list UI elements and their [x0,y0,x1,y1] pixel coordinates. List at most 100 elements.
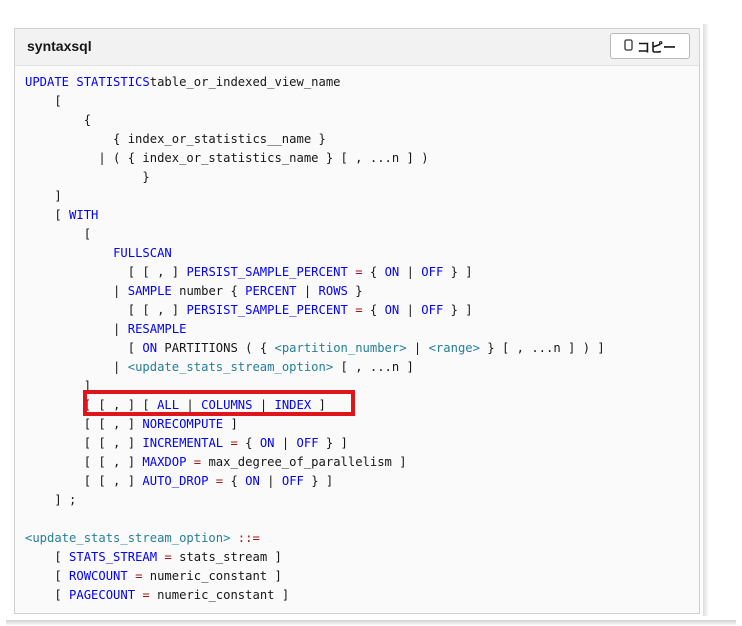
code-token: [ [25,569,70,583]
code-token: WITH [69,208,99,222]
code-token: PERCENT [245,284,297,298]
code-token: = [127,569,150,583]
code-token: } [ , ...n ] ) ] [479,341,605,355]
code-token: ON [259,436,275,450]
code-token: = [208,474,231,488]
code-token: | [406,341,429,355]
code-token: AUTO_DROP [142,474,209,488]
code-token: <range> [428,341,480,355]
code-token: = [223,436,246,450]
code-token: [ [ , ] [25,265,187,279]
code-token: table_or_indexed_view_name [149,75,341,89]
code-line: ] ; [25,491,605,510]
code-token: PAGECOUNT [69,588,136,602]
code-token: RESAMPLE [127,322,187,336]
code-token: | [259,474,282,488]
code-token: ] ; [25,493,77,507]
code-token: [ , ...n ] [333,360,414,374]
code-token: ON [384,303,400,317]
code-token: [ [25,550,70,564]
code-line: [ [ , ] PERSIST_SAMPLE_PERCENT = { ON | … [25,263,605,282]
code-token: PERSIST_SAMPLE_PERCENT [186,265,348,279]
code-content: UPDATE STATISTICStable_or_indexed_view_n… [25,73,605,605]
code-line: [ WITH [25,206,605,225]
code-token: { [369,265,385,279]
code-line: { [25,111,605,130]
code-token: PARTITIONS ( { [157,341,275,355]
code-token: ] [25,379,92,393]
code-token: } ] [318,436,348,450]
code-token: | [399,303,422,317]
code-token: { index_or_statistics__name } [25,132,326,146]
code-token: ON [142,341,158,355]
code-token: } ] [443,303,473,317]
code-line: [ PAGECOUNT = numeric_constant ] [25,586,605,605]
code-token: UPDATE STATISTICS [25,75,150,89]
code-token: <update_stats_stream_option> [25,531,231,545]
code-token: | [399,265,422,279]
code-token: number { [171,284,246,298]
code-token: [ [ , ] [25,455,143,469]
code-token: ] [25,189,62,203]
code-token: [ [ , ] [25,436,143,450]
code-token: max_degree_of_parallelism ] [208,455,407,469]
code-token: FULLSCAN [113,246,172,260]
code-token: INCREMENTAL [142,436,224,450]
code-token: } [347,284,363,298]
copy-icon [624,39,633,53]
code-token: <update_stats_stream_option> [127,360,334,374]
code-token: ON [384,265,400,279]
code-token: PERSIST_SAMPLE_PERCENT [186,303,348,317]
code-line: { index_or_statistics__name } [25,130,605,149]
code-line: [ [ , ] INCREMENTAL = { ON | OFF } ] [25,434,605,453]
code-token: } ] [443,265,473,279]
code-token: ] [223,417,238,431]
code-token: ROWCOUNT [69,569,128,583]
code-token: = [135,588,158,602]
code-token: numeric_constant ] [157,588,290,602]
code-line: [ [ , ] AUTO_DROP = { ON | OFF } ] [25,472,605,491]
card-shadow-bottom [6,620,736,626]
copy-button[interactable]: コピー [610,33,690,59]
code-token: [ [25,208,70,222]
code-token: | [25,360,128,374]
code-token: = [186,455,209,469]
code-token: = [347,265,370,279]
code-line: [ ON PARTITIONS ( { <partition_number> |… [25,339,605,358]
code-token: STATS_STREAM [69,550,158,564]
code-line: FULLSCAN [25,244,605,263]
code-line: | ( { index_or_statistics_name } [ , ...… [25,149,605,168]
code-token: [ [ , ] [25,474,143,488]
code-token: ROWS [318,284,348,298]
code-token: NORECOMPUTE [142,417,224,431]
code-token: } [25,170,150,184]
highlight-box [83,390,355,416]
code-token: [ [25,341,143,355]
code-line: [ [25,225,605,244]
code-line: [ [ , ] MAXDOP = max_degree_of_paralleli… [25,453,605,472]
code-token: OFF [281,474,304,488]
code-line: [ STATS_STREAM = stats_stream ] [25,548,605,567]
code-line: | RESAMPLE [25,320,605,339]
code-token: [ [25,227,92,241]
code-token: stats_stream ] [179,550,282,564]
code-line: [ [25,92,605,111]
code-token: [ [25,588,70,602]
code-token: SAMPLE [127,284,172,298]
code-token: | [274,436,297,450]
code-token: OFF [421,303,444,317]
code-token: numeric_constant ] [149,569,282,583]
code-token: [ [ , ] [25,417,143,431]
code-token: { [25,113,92,127]
code-token: MAXDOP [142,455,187,469]
copy-label: コピー [636,39,676,55]
code-token: { [245,436,260,450]
code-token: = [347,303,370,317]
card-shadow-right [703,24,709,616]
code-token: ON [245,474,260,488]
code-token: { [230,474,246,488]
code-line: ] [25,187,605,206]
code-token: { [369,303,385,317]
